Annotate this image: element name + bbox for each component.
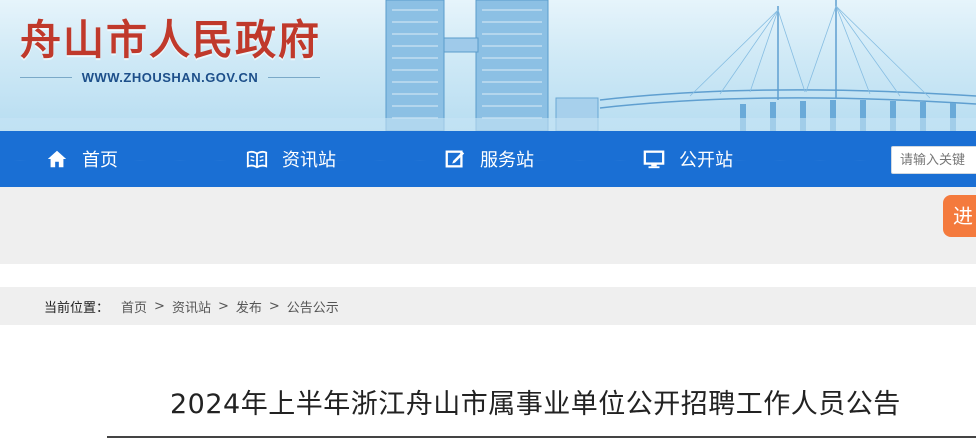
home-icon — [46, 148, 68, 170]
site-title[interactable]: 舟山市人民政府 — [20, 14, 321, 66]
breadcrumb-label: 当前位置： — [44, 300, 110, 316]
breadcrumb-separator: > — [217, 298, 229, 314]
nav-item-open[interactable]: 公开站 — [643, 131, 733, 187]
nav-item-label: 资讯站 — [282, 150, 336, 171]
nav-item-home[interactable]: 首页 — [46, 131, 118, 187]
breadcrumb-link-home[interactable]: 首页 — [121, 297, 147, 316]
article-title: 2024年上半年浙江舟山市属事业单位公开招聘工作人员公告 — [170, 389, 901, 420]
nav-item-label: 服务站 — [480, 150, 534, 171]
url-rule-left — [20, 77, 72, 78]
main-nav: 首页 资讯站 服务站 公开站 — [0, 131, 976, 187]
site-url: WWW.ZHOUSHAN.GOV.CN — [20, 70, 321, 85]
title-divider — [107, 436, 976, 438]
search-input[interactable] — [891, 146, 976, 174]
site-url-text: WWW.ZHOUSHAN.GOV.CN — [81, 70, 259, 85]
nav-item-label: 首页 — [82, 150, 118, 171]
content-band — [0, 187, 976, 264]
url-rule-right — [268, 77, 321, 78]
breadcrumb-link-announcements[interactable]: 公告公示 — [287, 297, 339, 316]
edit-icon — [444, 148, 466, 170]
nav-item-service[interactable]: 服务站 — [444, 131, 534, 187]
breadcrumb-separator: > — [268, 298, 280, 314]
nav-item-news[interactable]: 资讯站 — [246, 131, 336, 187]
breadcrumb-separator: > — [154, 298, 165, 314]
side-enter-button[interactable]: 进 — [943, 195, 976, 237]
book-icon — [246, 148, 268, 170]
monitor-icon — [643, 148, 665, 170]
header-banner: 舟山市人民政府 WWW.ZHOUSHAN.GOV.CN — [0, 0, 976, 131]
breadcrumb-link-news[interactable]: 资讯站 — [172, 297, 211, 316]
nav-item-label: 公开站 — [679, 150, 733, 171]
breadcrumb-link-publish[interactable]: 发布 — [236, 297, 262, 316]
breadcrumb: 当前位置： 首页 > 资讯站 > 发布 > 公告公示 — [0, 287, 976, 325]
